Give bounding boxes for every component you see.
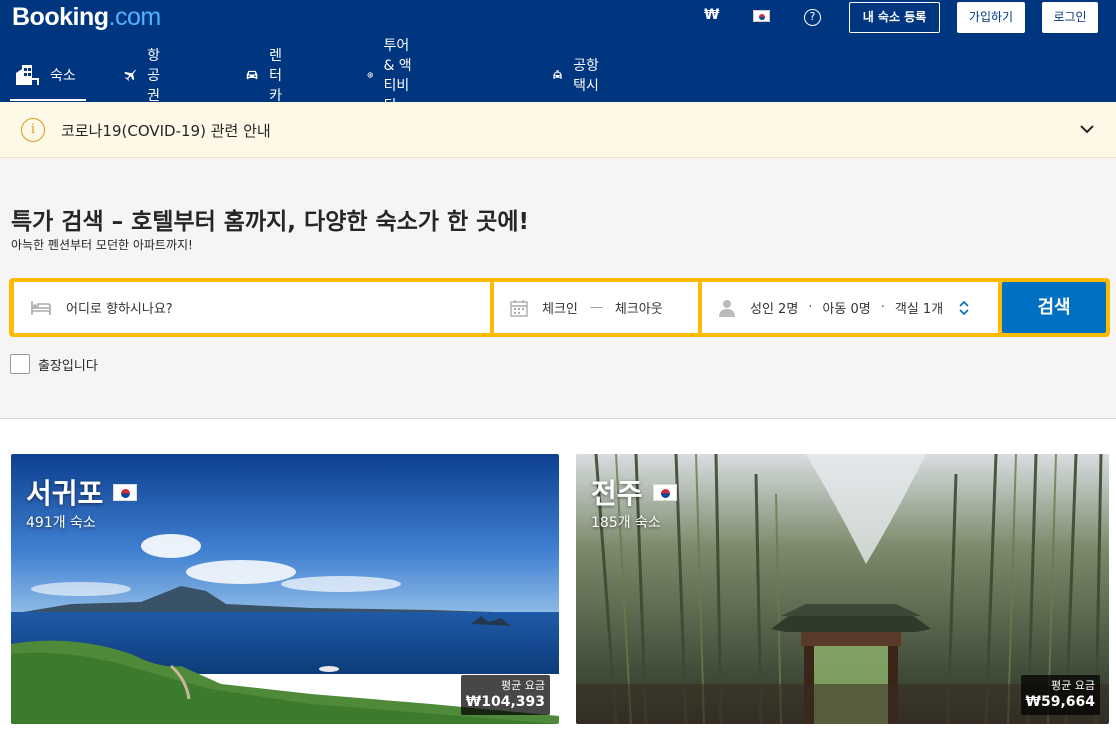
destination-name: 전주 xyxy=(591,472,677,512)
tab-car-rentals-label: 렌터카 xyxy=(269,47,283,104)
bed-icon xyxy=(31,300,51,315)
destination-card-jeonju[interactable]: 전주 185개 숙소 평균 요금 ₩59,664 xyxy=(576,454,1109,724)
tab-airport-taxis[interactable]: 공항 택시 xyxy=(552,48,599,101)
checkout-label: 체크아웃 xyxy=(614,302,663,317)
list-property-button[interactable]: 내 숙소 등록 xyxy=(849,2,940,33)
korea-flag-icon xyxy=(113,483,138,501)
destination-card-seogwipo[interactable]: 서귀포 491개 숙소 평균 요금 ₩104,393 xyxy=(11,454,559,724)
business-trip-checkbox[interactable] xyxy=(10,354,30,374)
destination-name: 서귀포 xyxy=(26,472,138,512)
page-subtitle: 아늑한 펜션부터 모던한 아파트까지! xyxy=(11,238,193,252)
date-picker[interactable]: 체크인 — 체크아웃 xyxy=(494,282,698,333)
chevron-down-icon[interactable] xyxy=(1078,120,1096,138)
person-icon xyxy=(719,299,735,317)
average-price: ₩104,393 xyxy=(465,694,545,710)
business-trip-label: 출장입니다 xyxy=(38,359,98,374)
taxi-icon xyxy=(553,69,562,79)
help-icon[interactable]: ? xyxy=(804,9,821,26)
average-price-badge: 평균 요금 ₩59,664 xyxy=(1020,675,1100,715)
tab-stays-label: 숙소 xyxy=(50,67,76,84)
info-icon: i xyxy=(21,118,45,142)
booking-logo[interactable]: Booking.com xyxy=(12,3,161,32)
destination-placeholder: 어디로 향하시나요? xyxy=(66,302,173,317)
date-separator: — xyxy=(589,300,603,315)
adults-count: 성인 2명 xyxy=(750,302,799,317)
search-button[interactable]: 검색 xyxy=(1002,282,1106,333)
destination-input[interactable]: 어디로 향하시나요? xyxy=(14,282,490,333)
search-bar: 어디로 향하시나요? 체크인 — 체크아웃 성인 2명 · 아동 0명 · 객실… xyxy=(9,278,1110,337)
guests-selector[interactable]: 성인 2명 · 아동 0명 · 객실 1개 xyxy=(702,282,998,333)
bed-building-icon xyxy=(16,64,39,85)
tab-flights[interactable]: 항공권 xyxy=(123,48,170,104)
signup-button[interactable]: 가입하기 xyxy=(957,2,1025,33)
tab-flights-label: 항공권 xyxy=(147,47,161,104)
login-button[interactable]: 로그인 xyxy=(1042,2,1098,33)
updown-chevron-icon xyxy=(959,300,969,316)
tab-attractions[interactable]: 투어 & 액티비티 xyxy=(367,38,412,114)
tab-car-rentals[interactable]: 렌터카 xyxy=(245,48,292,104)
airplane-icon xyxy=(124,69,136,81)
car-icon xyxy=(246,70,258,79)
covid-banner[interactable]: i 코로나19(COVID-19) 관련 안내 xyxy=(0,102,1116,158)
average-price: ₩59,664 xyxy=(1025,694,1095,710)
rooms-count: 객실 1개 xyxy=(894,302,944,317)
children-count: 아동 0명 xyxy=(822,302,871,317)
calendar-icon xyxy=(510,299,528,317)
tab-stays[interactable]: 숙소 xyxy=(10,48,86,101)
top-header: Booking.com ₩ ? 내 숙소 등록 가입하기 로그인 숙소 항공권 … xyxy=(0,0,1116,114)
covid-banner-text: 코로나19(COVID-19) 관련 안내 xyxy=(61,122,271,140)
ferris-wheel-icon xyxy=(367,71,374,78)
property-count: 491개 숙소 xyxy=(26,515,96,531)
average-price-badge: 평균 요금 ₩104,393 xyxy=(460,675,550,715)
currency-selector[interactable]: ₩ xyxy=(704,7,719,23)
checkin-label: 체크인 xyxy=(542,302,578,317)
page-title: 특가 검색 – 호텔부터 홈까지, 다양한 숙소가 한 곳에! xyxy=(11,209,529,235)
property-count: 185개 숙소 xyxy=(591,515,661,531)
tab-airport-taxis-label: 공항 택시 xyxy=(573,57,599,94)
language-flag-icon[interactable] xyxy=(753,10,770,22)
korea-flag-icon xyxy=(652,483,677,501)
